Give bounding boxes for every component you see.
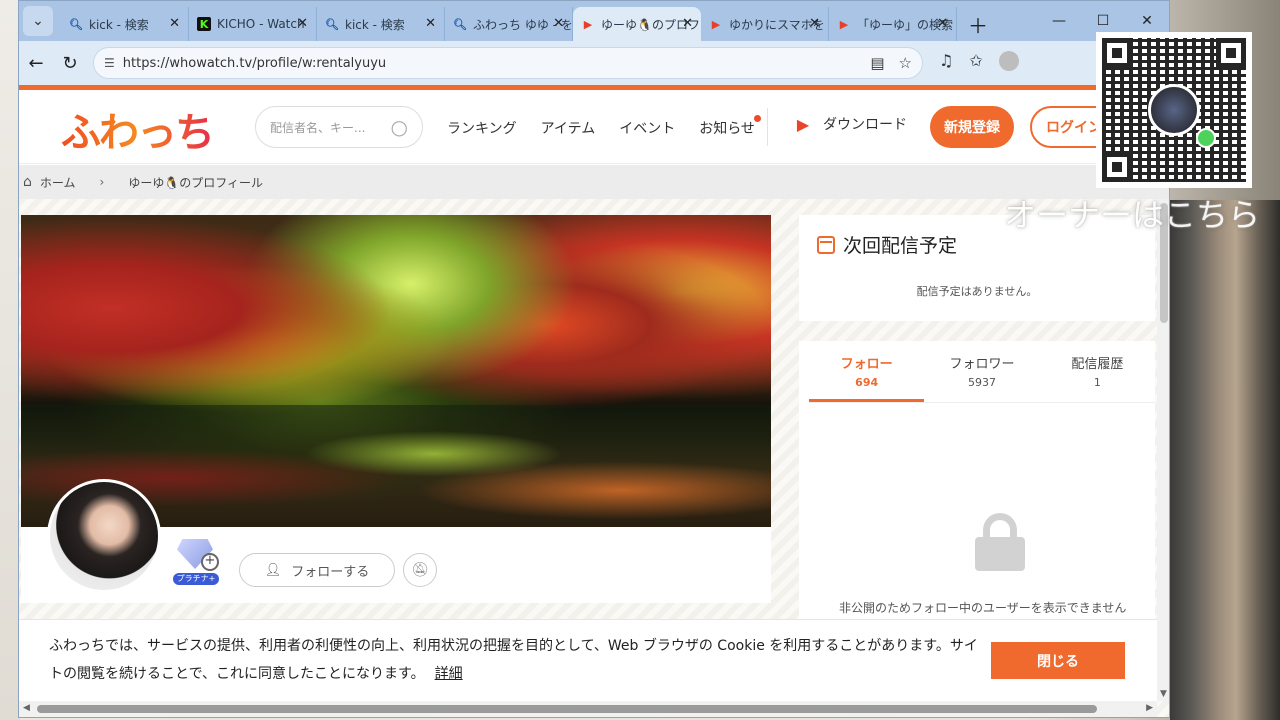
tab-4[interactable]: 🔍︎ ふわっち ゆゆ - を ✕ [445,7,573,41]
profile-avatar-icon[interactable] [998,51,1019,71]
minimize-icon[interactable]: — [1037,7,1081,35]
new-tab-button[interactable]: ＋ [961,7,995,41]
favorite-star-icon[interactable]: ☆ [899,54,912,72]
search-icon: 🔍︎ [453,17,467,31]
rank-label: プラチナ+ [173,573,219,585]
window-controls: — ☐ ✕ [1037,7,1169,35]
tab-followers[interactable]: フォロワー 5937 [924,351,1039,402]
notification-off-button[interactable]: 🔕︎ [403,553,437,587]
download-link[interactable]: ▶ ダウンロード [791,112,907,136]
nav-notices[interactable]: お知らせ [699,115,761,138]
search-icon[interactable]: ○ [391,115,408,139]
schedule-title: 次回配信予定 [843,235,958,257]
divider [767,108,768,146]
line-icon [1196,128,1216,148]
tab-7[interactable]: ▶ 「ゆーゆ」の検索 ✕ [829,7,957,41]
close-tab-icon[interactable]: ✕ [937,16,948,31]
global-nav: ランキング アイテム イベント お知らせ [447,115,761,138]
home-icon[interactable]: ⌂ [23,174,32,190]
cookie-banner: ふわっちでは、サービスの提供、利用者の利便性の向上、利用状況の把握を目的として、… [19,619,1157,701]
tab-broadcast-history[interactable]: 配信履歴 1 [1040,351,1155,402]
maximize-icon[interactable]: ☐ [1081,7,1125,35]
nav-ranking[interactable]: ランキング [447,118,517,138]
url-text[interactable]: https://whowatch.tv/profile/w:rentalyuyu [123,56,386,71]
clothes-rack-background [1170,200,1280,720]
tab-6[interactable]: ▶ ゆかりにスマホを ✕ [701,7,829,41]
close-tab-icon[interactable]: ✕ [682,16,693,31]
breadcrumb-home[interactable]: ホーム [40,174,76,191]
close-tab-icon[interactable]: ✕ [425,16,436,31]
cookie-close-button[interactable]: 閉じる [991,642,1125,679]
follow-tabs: フォロー 694 フォロワー 5937 配信履歴 1 [809,351,1155,403]
register-button[interactable]: 新規登録 [930,106,1014,148]
site-search-input[interactable]: 配信者名、キー... ○ [255,106,423,148]
cookie-text: ふわっちでは、サービスの提供、利用者の利便性の向上、利用状況の把握を目的として、… [49,638,978,682]
breadcrumb-current: ゆーゆ🐧のプロフィール [128,175,264,190]
chevron-right-icon: › [99,175,105,189]
qr-code-overlay [1096,32,1252,188]
tab-following[interactable]: フォロー 694 [809,351,925,402]
media-control-icon[interactable]: ♫ [939,51,953,71]
close-window-icon[interactable]: ✕ [1125,7,1169,35]
lock-icon [971,513,1029,571]
rank-badge: + プラチナ+ [171,539,221,585]
breadcrumb: ⌂ ホーム › ゆーゆ🐧のプロフィール [19,165,1169,199]
overlay-caption: オーナーはこちら [1004,196,1261,234]
browser-toolbar: ♫ ✩ [939,51,1019,71]
nav-events[interactable]: イベント [619,118,675,138]
schedule-empty-message: 配信予定はありません。 [916,285,1038,298]
scroll-down-icon[interactable]: ▼ [1160,689,1167,699]
scroll-right-icon[interactable]: ▶ [1146,703,1153,713]
calendar-icon [817,235,835,254]
browser-window: ⌄ 🔍︎ kick - 検索 ✕ K KICHO - Watch ✕ 🔍︎ kick - … [18,0,1170,718]
whowatch-icon: ▶ [839,17,849,31]
follow-button[interactable]: 👤︎ フォローする [239,553,395,587]
address-bar-row: ← ↻ ☰ https://whowatch.tv/profile/w:rent… [19,41,1169,85]
horizontal-scrollbar[interactable]: ◀ ▶ [19,701,1157,717]
tab-3[interactable]: 🔍︎ kick - 検索 ✕ [317,7,445,41]
follow-panel: フォロー 694 フォロワー 5937 配信履歴 1 非公開のためフォロー中のユーザー… [799,341,1155,641]
kick-logo-icon: K [197,17,211,31]
private-message: 非公開のためフォロー中のユーザーを表示できません [839,601,1127,615]
app-play-icon: ▶ [796,114,810,134]
bell-off-icon: 🔕︎ [411,562,429,578]
reader-mode-icon[interactable]: ▤ [870,54,884,72]
vertical-scrollbar[interactable]: ▼ [1157,199,1169,701]
profile-cover-image [21,215,771,527]
scroll-left-icon[interactable]: ◀ [23,703,30,713]
close-tab-icon[interactable]: ✕ [297,16,308,31]
reload-button[interactable]: ↻ [53,46,87,80]
plus-icon: + [201,553,219,571]
desktop-edge [0,0,20,720]
close-tab-icon[interactable]: ✕ [809,16,820,31]
favorites-icon[interactable]: ✩ [969,51,982,71]
tab-actions-button[interactable]: ⌄ [23,6,53,36]
whowatch-icon: ▶ [711,17,721,31]
search-icon: 🔍︎ [69,17,83,31]
qr-center-avatar [1148,84,1200,136]
address-bar[interactable]: ☰ https://whowatch.tv/profile/w:rentalyu… [93,47,923,79]
add-user-icon: 👤︎ [264,562,282,578]
site-header: ふわっち 配信者名、キー... ○ ランキング アイテム イベント お知らせ ▶… [19,90,1169,164]
cookie-details-link[interactable]: 詳細 [435,666,463,682]
whowatch-icon: ▶ [583,17,593,31]
close-tab-icon[interactable]: ✕ [553,16,564,31]
nav-items[interactable]: アイテム [541,118,596,138]
close-tab-icon[interactable]: ✕ [169,16,180,31]
notification-dot [753,115,761,122]
tab-bar: ⌄ 🔍︎ kick - 検索 ✕ K KICHO - Watch ✕ 🔍︎ kick - … [19,1,1169,41]
tab-2[interactable]: K KICHO - Watch ✕ [189,7,317,41]
tab-1[interactable]: 🔍︎ kick - 検索 ✕ [61,7,189,41]
tab-5-active[interactable]: ▶ ゆーゆ🐧のプロフ ✕ [573,7,701,41]
back-button[interactable]: ← [19,46,53,80]
search-icon: 🔍︎ [325,17,339,31]
profile-avatar[interactable] [47,479,161,593]
site-logo[interactable]: ふわっち [61,100,215,158]
site-info-icon[interactable]: ☰ [104,56,115,70]
